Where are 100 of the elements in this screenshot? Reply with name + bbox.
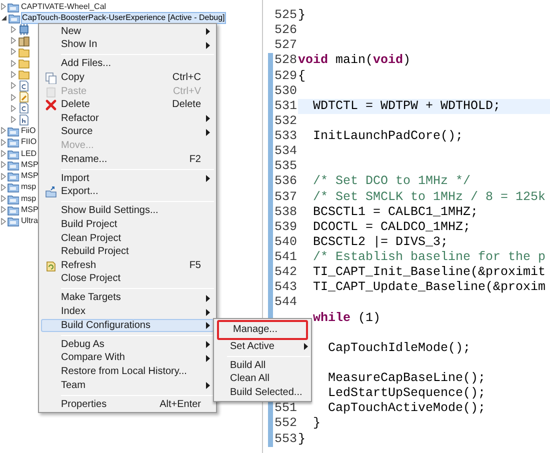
- menu-item[interactable]: Rebuild Project: [41, 245, 214, 259]
- line-number: 541: [274, 250, 297, 264]
- menu-item[interactable]: Copy Ctrl+C: [41, 71, 214, 85]
- code-line: }: [298, 8, 306, 22]
- project-item[interactable]: CAPTIVATE-Wheel_Cal: [20, 0, 108, 13]
- code-line: }: [298, 432, 306, 446]
- code-line: while (1): [313, 310, 381, 324]
- menu-item[interactable]: Index: [41, 305, 214, 319]
- code-line: CapTouchActiveMode();: [328, 401, 486, 416]
- code-line: TI_CAPT_Update_Baseline(&proxim: [313, 280, 546, 294]
- project-item[interactable]: msp: [20, 181, 38, 194]
- code-line: /* Establish baseline for the p: [313, 250, 546, 264]
- folder-icon: [18, 46, 30, 58]
- line-number: 537: [274, 190, 297, 204]
- menu-item[interactable]: Build Project: [41, 218, 214, 232]
- project-folder-icon: [7, 170, 19, 182]
- line-number: 532: [274, 114, 297, 128]
- books-icon: [18, 34, 30, 47]
- line-number: 529: [274, 68, 297, 82]
- shortcut-text: F5: [189, 260, 202, 272]
- menu-item[interactable]: Refactor: [41, 112, 214, 126]
- menu-item[interactable]: Import: [41, 172, 214, 186]
- export-icon: [44, 186, 56, 198]
- menu-item[interactable]: Debug As: [41, 338, 214, 352]
- code-line: BCSCTL2 |= DIVS_3;: [313, 234, 448, 249]
- menu-item[interactable]: Restore from Local History...: [41, 365, 214, 379]
- c-file-icon: [18, 102, 30, 114]
- refresh-icon: [44, 260, 56, 272]
- line-number: 531: [274, 98, 297, 113]
- project-folder-icon: [7, 136, 19, 148]
- project-folder-icon: [8, 12, 20, 24]
- menu-item[interactable]: Build Configurations: [41, 318, 214, 332]
- code-line: MeasureCapBaseLine();: [328, 371, 486, 385]
- line-number: 538: [274, 204, 297, 219]
- code-line: {: [298, 68, 306, 82]
- line-number: 536: [274, 174, 297, 188]
- project-folder-icon: [7, 192, 19, 205]
- project-item[interactable]: MSP: [20, 204, 40, 216]
- shortcut-text: Ctrl+V: [172, 86, 202, 98]
- shortcut-text: F2: [189, 154, 202, 166]
- line-number: 525: [274, 8, 297, 22]
- code-line: /* Set DCO to 1MHz */: [313, 174, 471, 188]
- project-item[interactable]: MSP: [20, 170, 40, 182]
- project-folder-icon: [7, 148, 19, 160]
- menu-item[interactable]: Manage...: [217, 320, 308, 340]
- menu-item[interactable]: Set Active: [215, 340, 310, 354]
- line-number: 534: [274, 144, 297, 158]
- pencil-file-icon: [18, 91, 30, 104]
- menu-item[interactable]: Delete Delete: [41, 98, 214, 112]
- menu-item[interactable]: Clean All: [215, 372, 310, 386]
- menu-item[interactable]: Add Files...: [41, 58, 214, 72]
- line-number: 543: [274, 280, 297, 294]
- project-folder-icon: [7, 158, 19, 171]
- code-line: TI_CAPT_Init_Baseline(&proximit: [313, 265, 546, 280]
- line-number: 540: [274, 234, 297, 249]
- menu-item[interactable]: Source: [41, 126, 214, 140]
- line-number: 539: [274, 220, 297, 234]
- line-number: 528: [274, 53, 297, 68]
- code-line: BCSCTL1 = CALBC1_1MHZ;: [313, 204, 478, 219]
- line-number: 526: [274, 23, 297, 38]
- project-item[interactable]: LED: [20, 148, 38, 160]
- menu-item[interactable]: New: [41, 25, 214, 39]
- folder-icon: [18, 57, 30, 70]
- code-line: void main(void): [298, 53, 411, 68]
- line-number: 551: [274, 401, 297, 416]
- line-number: 542: [274, 265, 297, 280]
- menu-item[interactable]: Build Selected...: [215, 386, 310, 400]
- menu-item[interactable]: Properties Alt+Enter: [41, 398, 214, 412]
- project-folder-icon: [7, 204, 19, 216]
- menu-item[interactable]: Clean Project: [41, 232, 214, 246]
- code-line: }: [313, 416, 321, 430]
- line-number: 535: [274, 159, 297, 174]
- line-number: 552: [274, 416, 297, 430]
- project-item[interactable]: Ultra: [20, 215, 39, 228]
- menu-item[interactable]: Compare With: [41, 352, 214, 366]
- menu-item[interactable]: Team: [41, 378, 214, 392]
- code-line: /* Set SMCLK to 1MHz / 8 = 125k: [313, 190, 546, 204]
- menu-item[interactable]: Make Targets: [41, 292, 214, 306]
- project-folder-icon: [7, 215, 19, 228]
- menu-item[interactable]: Rename... F2: [41, 152, 214, 166]
- menu-item[interactable]: Build All: [215, 359, 310, 373]
- project-item[interactable]: MSP: [20, 158, 40, 171]
- project-item[interactable]: FiiO: [20, 124, 37, 137]
- menu-item[interactable]: Show In: [41, 38, 214, 52]
- menu-item[interactable]: Show Build Settings...: [41, 204, 214, 218]
- menu-item[interactable]: Refresh F5: [41, 259, 214, 273]
- copy-icon: [44, 72, 56, 84]
- delete-icon: [44, 99, 56, 112]
- project-item[interactable]: FIIO: [20, 136, 38, 148]
- project-item[interactable]: CapTouch-BoosterPack-UserExperience [Active - Debug]: [21, 12, 226, 24]
- h-file-icon: [18, 114, 30, 126]
- code-line: CapTouchIdleMode();: [328, 340, 471, 355]
- project-item[interactable]: msp: [20, 192, 38, 205]
- menu-item[interactable]: Export...: [41, 186, 214, 200]
- code-line: DCOCTL = CALDCO_1MHZ;: [313, 220, 471, 234]
- project-folder-icon: [7, 124, 19, 137]
- clipboard-icon: [44, 86, 56, 98]
- line-number: 527: [274, 38, 297, 52]
- menu-item[interactable]: Close Project: [41, 272, 214, 286]
- shortcut-text: Delete: [172, 99, 202, 112]
